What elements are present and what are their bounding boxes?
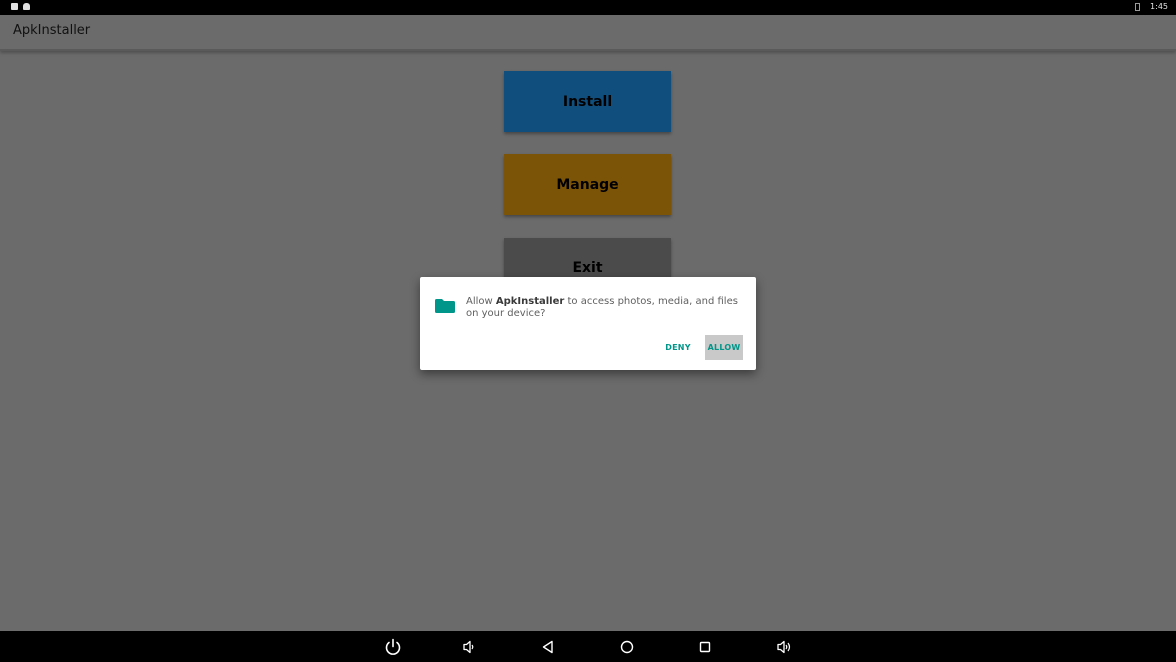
notification-icon bbox=[11, 3, 18, 10]
install-button[interactable]: Install bbox=[504, 71, 671, 132]
home-icon[interactable] bbox=[617, 637, 637, 657]
status-left-icons bbox=[11, 3, 30, 10]
recents-icon[interactable] bbox=[695, 637, 715, 657]
android-icon bbox=[23, 3, 30, 10]
navigation-bar bbox=[0, 631, 1176, 662]
dialog-message-prefix: Allow bbox=[466, 296, 496, 307]
manage-button-label: Manage bbox=[556, 176, 619, 193]
exit-button-label: Exit bbox=[572, 260, 603, 276]
power-icon[interactable] bbox=[383, 637, 403, 657]
dialog-app-name: ApkInstaller bbox=[495, 296, 565, 307]
battery-icon bbox=[1135, 2, 1141, 11]
manage-button[interactable]: Manage bbox=[504, 154, 671, 215]
app-bar: ApkInstaller bbox=[0, 15, 1176, 51]
status-time: 1:45 bbox=[1150, 2, 1168, 11]
volume-up-icon[interactable] bbox=[774, 637, 794, 657]
volume-down-icon[interactable] bbox=[459, 637, 479, 657]
app-title: ApkInstaller bbox=[13, 23, 91, 38]
back-icon[interactable] bbox=[538, 637, 558, 657]
status-right: 1:45 bbox=[1135, 2, 1168, 11]
status-bar: 1:45 bbox=[0, 0, 1176, 15]
deny-button[interactable]: DENY bbox=[660, 335, 696, 360]
permission-dialog: Allow ApkInstaller to access photos, med… bbox=[420, 277, 756, 370]
allow-button[interactable]: ALLOW bbox=[705, 335, 743, 360]
dialog-message: Allow ApkInstaller to access photos, med… bbox=[466, 296, 746, 320]
install-button-label: Install bbox=[562, 93, 613, 110]
folder-icon bbox=[435, 299, 455, 313]
